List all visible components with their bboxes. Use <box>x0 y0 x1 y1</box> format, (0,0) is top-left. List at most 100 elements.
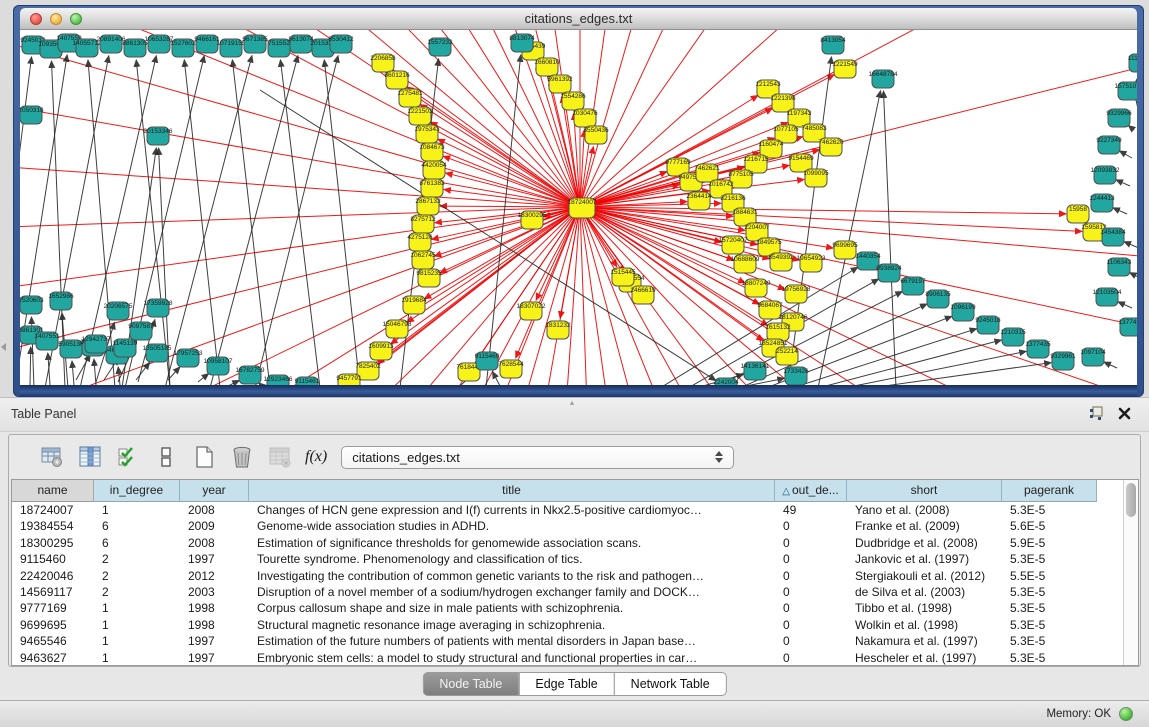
cell-title[interactable]: Investigating the contribution of common… <box>249 568 775 584</box>
cell-year[interactable]: 2008 <box>180 502 249 518</box>
cell-short[interactable]: Stergiakouli et al. (2012) <box>847 568 1002 584</box>
network-view-window[interactable]: citations_edges.txt 18724007220685886012… <box>13 5 1144 397</box>
delete-table-disabled-icon[interactable] <box>267 444 293 470</box>
network-canvas[interactable]: 1872400722068588601216127548112215031975… <box>20 30 1137 385</box>
cell-short[interactable]: Nakamura et al. (1997) <box>847 633 1002 649</box>
cell-name[interactable]: 19384554 <box>12 518 94 534</box>
new-document-icon[interactable] <box>191 444 217 470</box>
cell-out_de[interactable]: 0 <box>775 518 847 534</box>
cell-in_degree[interactable]: 6 <box>94 535 180 551</box>
table-row[interactable]: 1456911722003Disruption of a novel membe… <box>12 584 1123 600</box>
cell-name[interactable]: 9699695 <box>12 617 94 633</box>
cell-title[interactable]: Genome-wide association studies in ADHD. <box>249 518 775 534</box>
column-header-in_degree[interactable]: in_degree <box>94 480 180 502</box>
close-panel-icon[interactable] <box>1118 407 1131 425</box>
table-row[interactable]: 911546021997Tourette syndrome. Phenomeno… <box>12 551 1123 567</box>
table-row[interactable]: 1938455462009Genome-wide association stu… <box>12 518 1123 534</box>
cell-short[interactable]: Hescheler et al. (1997) <box>847 650 1002 666</box>
cell-short[interactable]: de Silva et al. (2003) <box>847 584 1002 600</box>
cell-in_degree[interactable]: 1 <box>94 502 180 518</box>
cell-title[interactable]: Changes of HCN gene expression and I(f) … <box>249 502 775 518</box>
cell-year[interactable]: 2009 <box>180 518 249 534</box>
table-row[interactable]: 2242004622012Investigating the contribut… <box>12 568 1123 584</box>
citation-graph[interactable]: 1872400722068588601216127548112215031975… <box>20 30 1137 385</box>
cell-in_degree[interactable]: 2 <box>94 568 180 584</box>
cell-pagerank[interactable]: 5.3E-5 <box>1002 584 1097 600</box>
tab-edge-table[interactable]: Edge Table <box>518 672 614 696</box>
function-builder-icon[interactable]: f(x) <box>305 448 327 466</box>
cell-out_de[interactable]: 0 <box>775 617 847 633</box>
cell-out_de[interactable]: 0 <box>775 535 847 551</box>
cell-name[interactable]: 9777169 <box>12 600 94 616</box>
cell-name[interactable]: 18300295 <box>12 535 94 551</box>
vertical-scrollbar[interactable] <box>1123 480 1138 665</box>
cell-out_de[interactable]: 0 <box>775 584 847 600</box>
panel-collapse-arrow-icon[interactable] <box>1 343 6 351</box>
cell-year[interactable]: 1997 <box>180 551 249 567</box>
cell-short[interactable]: Yano et al. (2008) <box>847 502 1002 518</box>
cell-in_degree[interactable]: 6 <box>94 518 180 534</box>
cell-pagerank[interactable]: 5.3E-5 <box>1002 502 1097 518</box>
cell-name[interactable]: 9115460 <box>12 551 94 567</box>
table-row[interactable]: 1830029562008Estimation of significance … <box>12 535 1123 551</box>
trash-icon[interactable] <box>229 444 255 470</box>
column-header-pagerank[interactable]: pagerank <box>1002 480 1097 502</box>
cell-pagerank[interactable]: 5.3E-5 <box>1002 617 1097 633</box>
cell-short[interactable]: Jankovic et al. (1997) <box>847 551 1002 567</box>
cell-out_de[interactable]: 0 <box>775 551 847 567</box>
cell-year[interactable]: 2008 <box>180 535 249 551</box>
cell-year[interactable]: 1998 <box>180 617 249 633</box>
column-header-out_de[interactable]: △out_de... <box>775 480 847 502</box>
cell-out_de[interactable]: 0 <box>775 600 847 616</box>
row-height-icon[interactable] <box>153 444 179 470</box>
column-header-name[interactable]: name <box>12 480 94 502</box>
cell-title[interactable]: Estimation of the future numbers of pati… <box>249 633 775 649</box>
cell-name[interactable]: 18724007 <box>12 502 94 518</box>
cell-year[interactable]: 1997 <box>180 650 249 666</box>
cell-out_de[interactable]: 0 <box>775 650 847 666</box>
table-row[interactable]: 969969511998Structural magnetic resonanc… <box>12 617 1123 633</box>
cell-year[interactable]: 1997 <box>180 633 249 649</box>
cell-name[interactable]: 22420046 <box>12 568 94 584</box>
close-window-icon[interactable] <box>30 13 42 25</box>
cell-in_degree[interactable]: 2 <box>94 584 180 600</box>
cell-in_degree[interactable]: 2 <box>94 551 180 567</box>
cell-out_de[interactable]: 0 <box>775 633 847 649</box>
tab-node-table[interactable]: Node Table <box>422 672 519 696</box>
cell-pagerank[interactable]: 5.3E-5 <box>1002 633 1097 649</box>
cell-pagerank[interactable]: 5.5E-5 <box>1002 568 1097 584</box>
cell-name[interactable]: 9465546 <box>12 633 94 649</box>
cell-title[interactable]: Tourette syndrome. Phenomenology and cla… <box>249 551 775 567</box>
cell-in_degree[interactable]: 1 <box>94 633 180 649</box>
minimize-window-icon[interactable] <box>50 13 62 25</box>
cell-out_de[interactable]: 0 <box>775 568 847 584</box>
cell-pagerank[interactable]: 5.3E-5 <box>1002 650 1097 666</box>
cell-in_degree[interactable]: 1 <box>94 617 180 633</box>
cell-in_degree[interactable]: 1 <box>94 650 180 666</box>
cell-pagerank[interactable]: 5.6E-5 <box>1002 518 1097 534</box>
table-row[interactable]: 946554611997Estimation of the future num… <box>12 633 1123 649</box>
cell-name[interactable]: 14569117 <box>12 584 94 600</box>
cell-year[interactable]: 2003 <box>180 584 249 600</box>
cell-short[interactable]: Dudbridge et al. (2008) <box>847 535 1002 551</box>
table-selector-dropdown[interactable]: citations_edges.txt <box>341 446 734 469</box>
scrollbar-thumb[interactable] <box>1126 483 1136 517</box>
table-row[interactable]: 946362711997Embryonic stem cells: a mode… <box>12 650 1123 666</box>
cell-short[interactable]: Wolkin et al. (1998) <box>847 617 1002 633</box>
table-row[interactable]: 1872400712008Changes of HCN gene express… <box>12 502 1123 518</box>
column-header-year[interactable]: year <box>180 480 249 502</box>
cell-pagerank[interactable]: 5.3E-5 <box>1002 600 1097 616</box>
cell-short[interactable]: Franke et al. (2009) <box>847 518 1002 534</box>
column-header-short[interactable]: short <box>847 480 1002 502</box>
table-column-icon[interactable] <box>77 444 103 470</box>
cell-out_de[interactable]: 49 <box>775 502 847 518</box>
cell-title[interactable]: Structural magnetic resonance image aver… <box>249 617 775 633</box>
cell-in_degree[interactable]: 1 <box>94 600 180 616</box>
window-titlebar[interactable]: citations_edges.txt <box>20 8 1137 30</box>
split-divider-grip[interactable]: ▴ <box>570 400 579 406</box>
tab-network-table[interactable]: Network Table <box>614 672 727 696</box>
cell-pagerank[interactable]: 5.9E-5 <box>1002 535 1097 551</box>
table-settings-icon[interactable] <box>39 444 65 470</box>
table-row[interactable]: 977716911998Corpus callosum shape and si… <box>12 600 1123 616</box>
cell-title[interactable]: Corpus callosum shape and size in male p… <box>249 600 775 616</box>
